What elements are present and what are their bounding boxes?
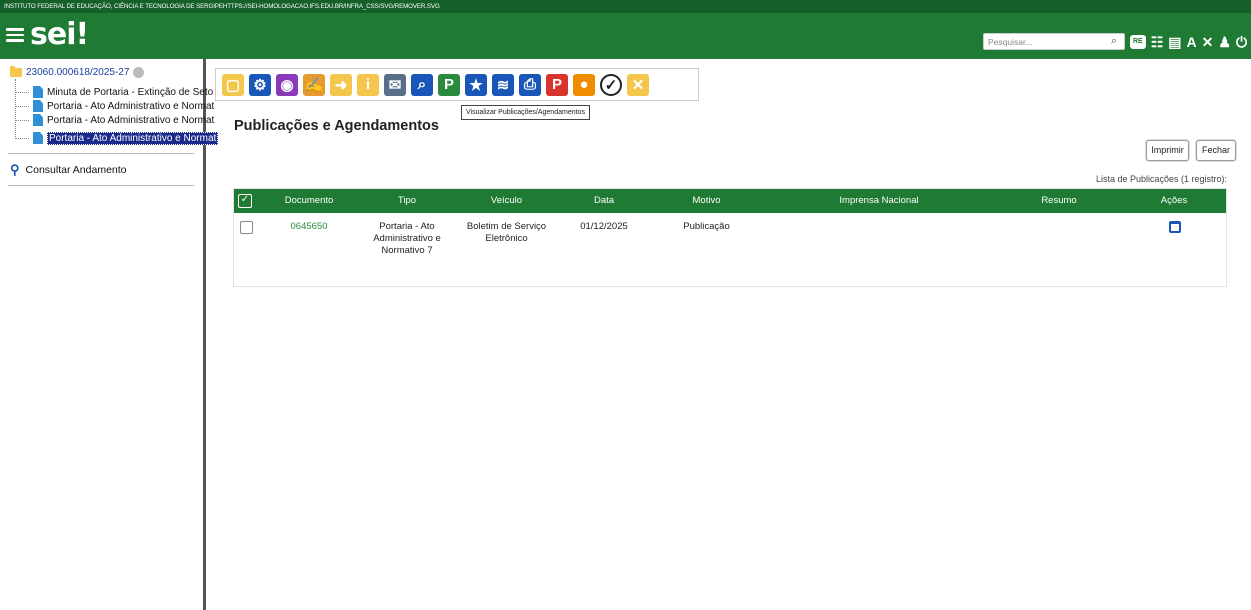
process-menu-icon[interactable]	[133, 66, 145, 78]
new-document-icon[interactable]: ▢	[222, 73, 244, 96]
tipo-cell: Portaria - Ato Administrativo e Normativ…	[373, 221, 441, 256]
column-header: Veículo	[490, 195, 523, 206]
tree-item[interactable]: Minuta de Portaria - Extinção de Seto	[15, 85, 213, 99]
publish-icon[interactable]: P	[438, 73, 460, 96]
pdf-icon[interactable]: P	[546, 73, 568, 96]
process-number[interactable]: 23060.000618/2025-27	[26, 67, 129, 78]
column-header: Documento	[284, 195, 334, 206]
tree-item-label[interactable]: Portaria - Ato Administrativo e Normat	[47, 131, 219, 145]
tree-item-label[interactable]: Portaria - Ato Administrativo e Normat	[47, 115, 214, 126]
folder-icon	[10, 65, 22, 77]
consultar-andamento-link[interactable]: ⚲ Consultar Andamento	[10, 162, 127, 178]
logo-mark: !	[75, 17, 90, 52]
tree-item-label[interactable]: Portaria - Ato Administrativo e Normat	[47, 101, 214, 112]
search-input[interactable]: Pesquisar...	[983, 33, 1125, 50]
column-header: Motivo	[692, 195, 721, 206]
user-icon[interactable]: ♟	[1218, 33, 1231, 51]
document-icon	[33, 114, 43, 126]
publications-table: ✓ Documento Tipo Veículo Data Motivo Imp…	[233, 188, 1227, 287]
column-header: Imprensa Nacional	[839, 195, 919, 206]
print-icon[interactable]: ⎙	[519, 73, 541, 96]
sign-icon[interactable]: ✍	[303, 73, 325, 96]
favorite-icon[interactable]: ★	[465, 73, 487, 96]
re-badge[interactable]: RE	[1130, 35, 1146, 49]
calendar-action-icon[interactable]	[1169, 221, 1181, 233]
document-icon	[33, 132, 43, 144]
header-bar: sei! Pesquisar... ⌕ RE ☷ ▤ A ✕ ♟ ⏻	[0, 13, 1251, 59]
view-icon[interactable]: ◉	[276, 73, 298, 96]
font-size-icon[interactable]: A	[1187, 33, 1197, 51]
tree-item-selected[interactable]: Portaria - Ato Administrativo e Normat	[15, 131, 219, 145]
divider	[8, 185, 194, 186]
print-button[interactable]: Imprimir	[1146, 140, 1189, 161]
close-button[interactable]: Fechar	[1196, 140, 1236, 161]
data-cell: 01/12/2025	[580, 221, 628, 232]
document-settings-icon[interactable]: ⚙	[249, 73, 271, 96]
tooltip: Visualizar Publicações/Agendamentos	[461, 105, 590, 120]
document-icon	[33, 86, 43, 98]
send-icon[interactable]: ➜	[330, 73, 352, 96]
search-document-icon[interactable]: ⌕	[411, 73, 433, 96]
power-icon[interactable]: ⏻	[1236, 33, 1247, 51]
list-caption: Lista de Publicações (1 registro):	[1095, 174, 1227, 184]
email-icon[interactable]: ✉	[384, 73, 406, 96]
calendar-icon[interactable]: ▤	[1168, 33, 1181, 51]
tree-item-label[interactable]: Minuta de Portaria - Extinção de Seto	[47, 87, 213, 98]
document-icon	[33, 100, 43, 112]
select-all-checkbox[interactable]: ✓	[238, 194, 252, 208]
check-icon[interactable]: ✓	[600, 73, 622, 96]
motivo-cell: Publicação	[683, 221, 730, 232]
document-toolbar: ▢ ⚙ ◉ ✍ ➜ i ✉ ⌕ P ★ ≋ ⎙ P ● ✓ ✕	[215, 68, 699, 101]
hamburger-menu-icon[interactable]	[6, 28, 24, 42]
row-checkbox[interactable]	[240, 221, 253, 234]
consultar-label[interactable]: Consultar Andamento	[26, 164, 127, 176]
magnifier-icon: ⚲	[10, 162, 20, 177]
search-icon[interactable]: ⌕	[1111, 33, 1125, 50]
tools-icon[interactable]: ✕	[1202, 33, 1214, 51]
divider	[8, 153, 194, 154]
document-link[interactable]: 0645650	[274, 221, 344, 233]
column-header: Ações	[1160, 195, 1188, 206]
institution-bar: INSTITUTO FEDERAL DE EDUCAÇÃO, CIÊNCIA E…	[0, 0, 1251, 13]
logo-text: sei	[30, 17, 76, 52]
cancel-document-icon[interactable]: ✕	[627, 73, 649, 96]
tree-item[interactable]: Portaria - Ato Administrativo e Normat	[15, 113, 214, 127]
grid-icon[interactable]: ☷	[1151, 33, 1164, 51]
process-node[interactable]: 23060.000618/2025-27	[10, 65, 145, 79]
veiculo-cell: Boletim de Serviço Eletrônico	[466, 221, 547, 244]
table-row: 0645650 Portaria - Ato Administrativo e …	[234, 213, 1226, 286]
sei-logo[interactable]: sei!	[30, 17, 90, 52]
header-icons: RE ☷ ▤ A ✕ ♟ ⏻	[1130, 33, 1247, 51]
layers-icon[interactable]: ≋	[492, 73, 514, 96]
page-title: Publicações e Agendamentos	[234, 118, 439, 134]
column-header: Tipo	[397, 195, 417, 206]
info-icon[interactable]: i	[357, 73, 379, 96]
tree-item[interactable]: Portaria - Ato Administrativo e Normat	[15, 99, 214, 113]
column-header: Data	[593, 195, 615, 206]
comment-icon[interactable]: ●	[573, 73, 595, 96]
column-header: Resumo	[1041, 195, 1077, 206]
table-header: ✓ Documento Tipo Veículo Data Motivo Imp…	[234, 189, 1226, 213]
